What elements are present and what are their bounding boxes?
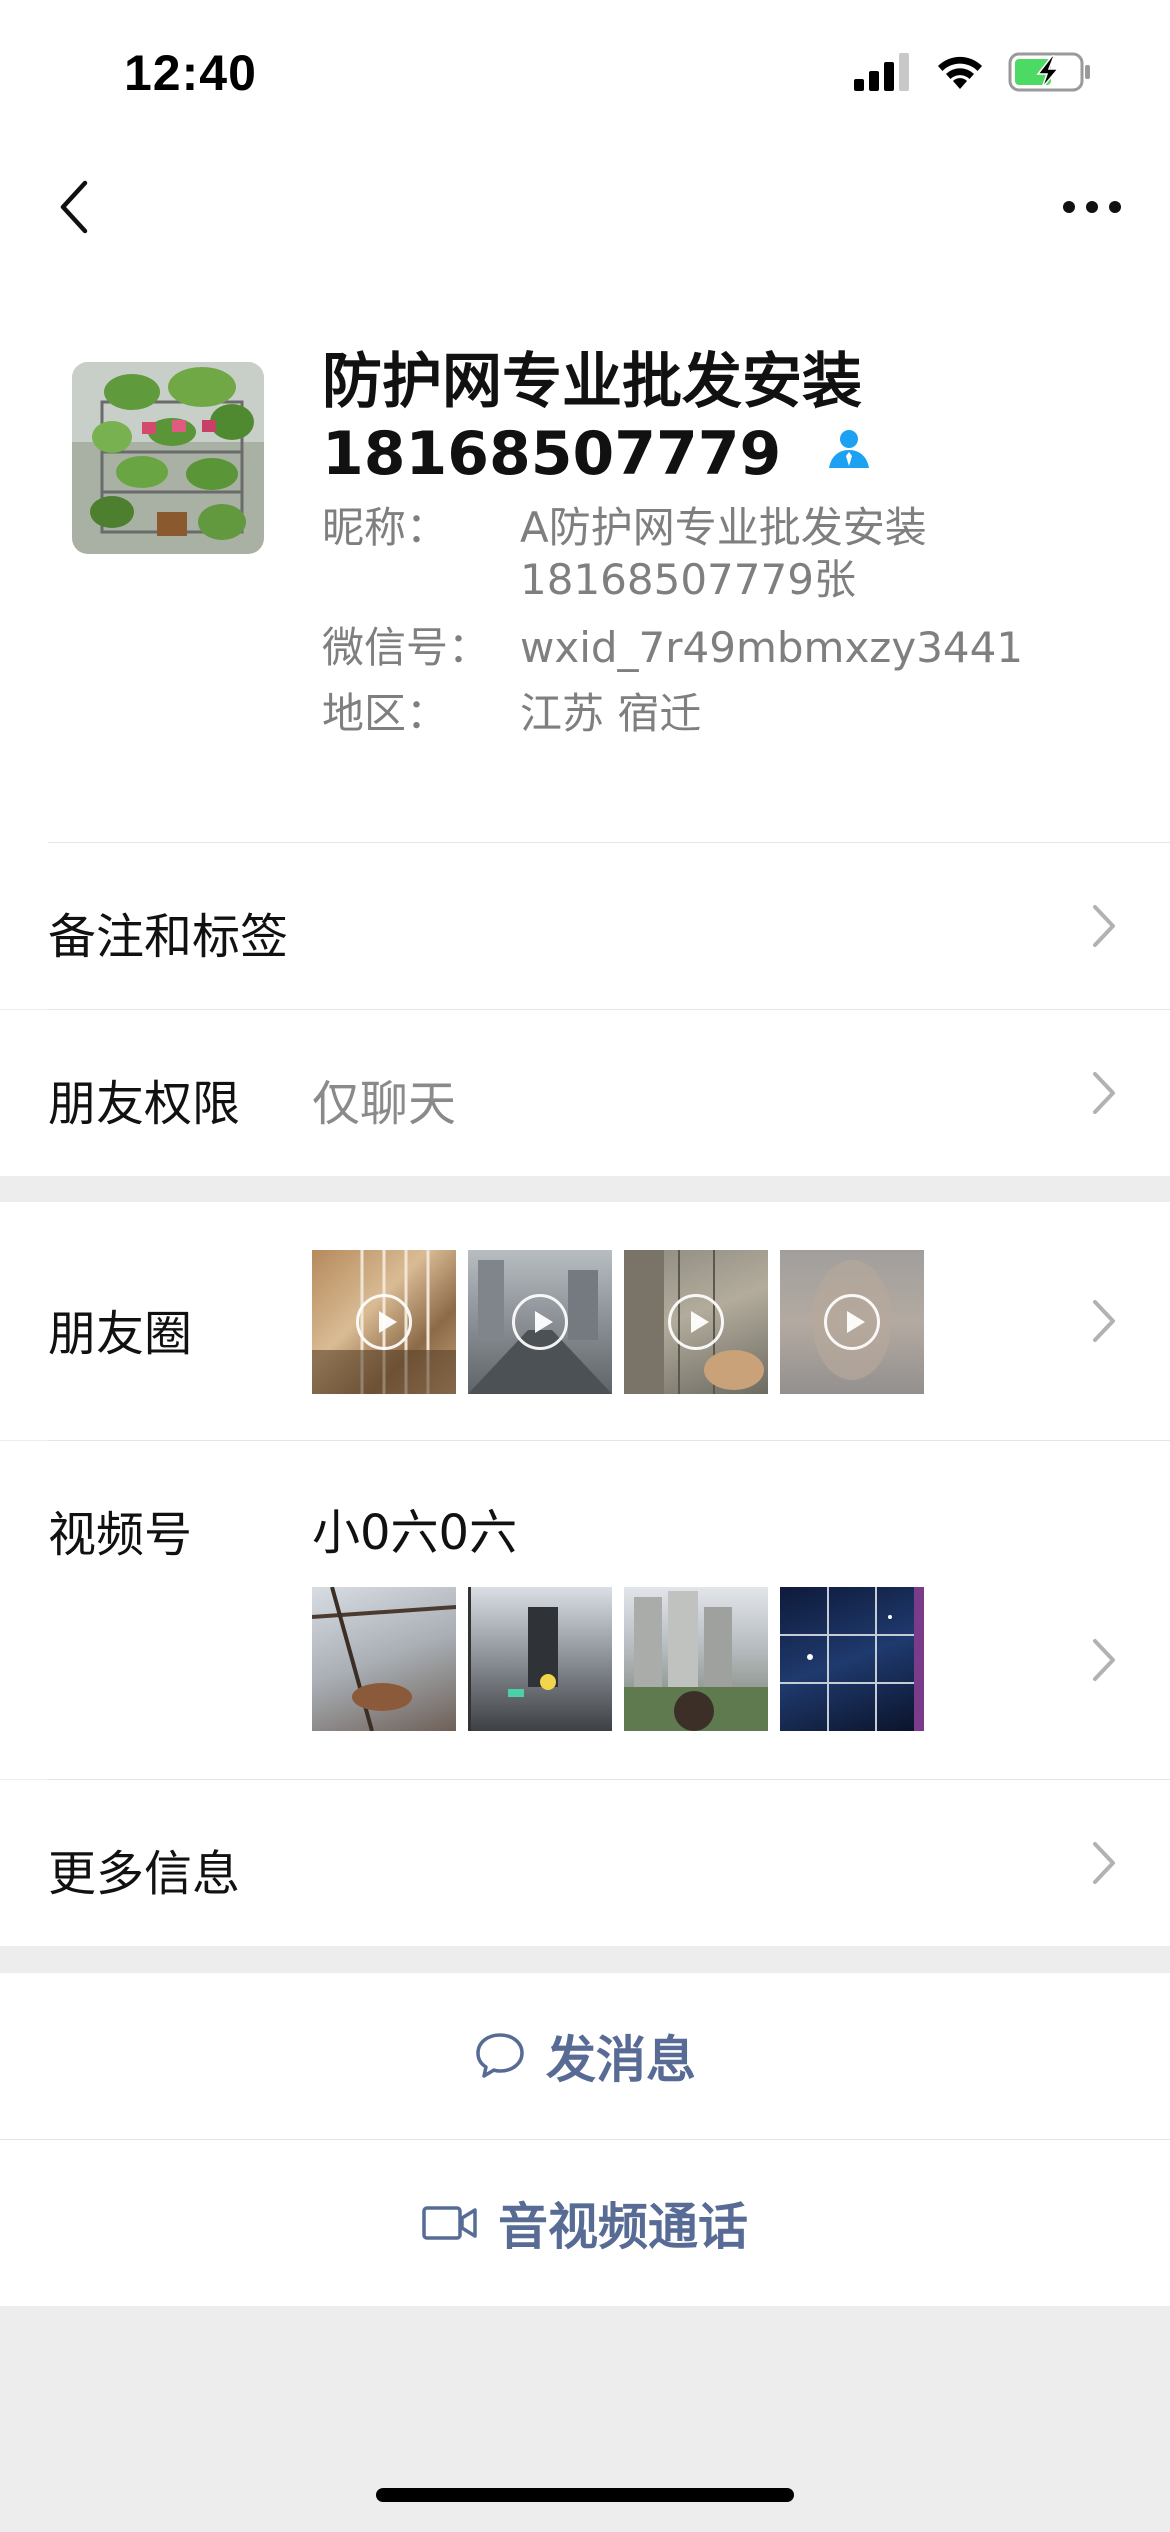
send-message-button[interactable]: 发消息 — [0, 1973, 1170, 2139]
channels-row[interactable]: 视频号 小0六0六 — [0, 1441, 1170, 1779]
channels-thumbnails — [312, 1587, 924, 1731]
play-icon — [668, 1294, 724, 1350]
back-button[interactable] — [40, 172, 110, 242]
nickname-line-1: A防护网专业批发安装 — [520, 503, 927, 552]
moments-row[interactable]: 朋友圈 — [0, 1202, 1170, 1440]
battery-charging-icon — [1008, 52, 1090, 92]
status-bar: 12:40 — [0, 0, 1170, 150]
permissions-value: 仅聊天 — [312, 1076, 457, 1132]
moments-thumbnail[interactable] — [312, 1250, 456, 1394]
chevron-right-icon — [1093, 1072, 1115, 1114]
region-row: 地区： 江苏 宿迁 — [322, 688, 1142, 740]
remarks-and-tags-row[interactable]: 备注和标签 — [0, 843, 1170, 1009]
chevron-right-icon — [1093, 1842, 1115, 1884]
nickname-label: 昵称： — [322, 503, 449, 552]
wechat-id-value: wxid_7r49mbmxzy3441 — [520, 623, 1024, 672]
verified-user-icon — [827, 414, 871, 486]
contact-name: 防护网专业批发安装18168507779 — [322, 346, 1122, 490]
play-icon — [512, 1294, 568, 1350]
chat-bubble-icon — [476, 2033, 524, 2078]
more-dots-icon — [1063, 201, 1121, 213]
wechat-id-row: 微信号： wxid_7r49mbmxzy3441 — [322, 622, 1142, 674]
profile-header: 防护网专业批发安装18168507779 昵称： A防护网专业批发安装 1816… — [0, 270, 1170, 844]
chevron-right-icon — [1093, 1639, 1115, 1681]
status-icons — [854, 52, 1092, 92]
channels-thumbnail[interactable] — [312, 1587, 456, 1731]
channels-name: 小0六0六 — [312, 1505, 518, 1561]
home-indicator[interactable] — [376, 2488, 794, 2502]
send-message-label: 发消息 — [546, 2031, 696, 2089]
region-value: 江苏 宿迁 — [520, 689, 702, 738]
video-call-button[interactable]: 音视频通话 — [0, 2140, 1170, 2306]
wechat-id-label: 微信号： — [322, 623, 491, 672]
status-time: 12:40 — [124, 45, 257, 101]
chevron-right-icon — [1093, 1300, 1115, 1342]
chevron-left-icon — [60, 180, 88, 234]
chevron-right-icon — [1093, 905, 1115, 947]
channels-thumbnail[interactable] — [624, 1587, 768, 1731]
more-info-row[interactable]: 更多信息 — [0, 1780, 1170, 1946]
channels-label: 视频号 — [48, 1507, 193, 1563]
friend-permissions-row[interactable]: 朋友权限 仅聊天 — [0, 1010, 1170, 1176]
video-camera-icon — [422, 2206, 477, 2240]
play-icon — [356, 1294, 412, 1350]
more-info-label: 更多信息 — [48, 1846, 241, 1902]
moments-thumbnail[interactable] — [780, 1250, 924, 1394]
contact-name-text: 防护网专业批发安装18168507779 — [322, 347, 862, 489]
play-icon — [824, 1294, 880, 1350]
moments-thumbnail[interactable] — [624, 1250, 768, 1394]
moments-thumbnail[interactable] — [468, 1250, 612, 1394]
cellular-signal-icon — [854, 53, 909, 91]
more-options-button[interactable] — [1052, 172, 1132, 242]
video-call-label: 音视频通话 — [498, 2198, 748, 2256]
nickname-line-2: 18168507779张 — [520, 555, 856, 604]
permissions-label: 朋友权限 — [48, 1076, 241, 1132]
nickname-row: 昵称： A防护网专业批发安装 18168507779张 — [322, 502, 1142, 612]
remarks-label: 备注和标签 — [48, 909, 289, 965]
moments-thumbnails — [312, 1250, 924, 1394]
channels-thumbnail[interactable] — [468, 1587, 612, 1731]
channels-thumbnail[interactable] — [780, 1587, 924, 1731]
contact-profile-screen: 12:40 防护网专业批发安装18168507779 昵称： A防护网专业批发安… — [0, 0, 1170, 2532]
avatar[interactable] — [72, 362, 264, 554]
region-label: 地区： — [322, 689, 449, 738]
avatar-image — [72, 362, 264, 554]
moments-label: 朋友圈 — [48, 1306, 193, 1362]
wifi-icon — [938, 56, 982, 89]
navigation-bar — [0, 150, 1170, 270]
